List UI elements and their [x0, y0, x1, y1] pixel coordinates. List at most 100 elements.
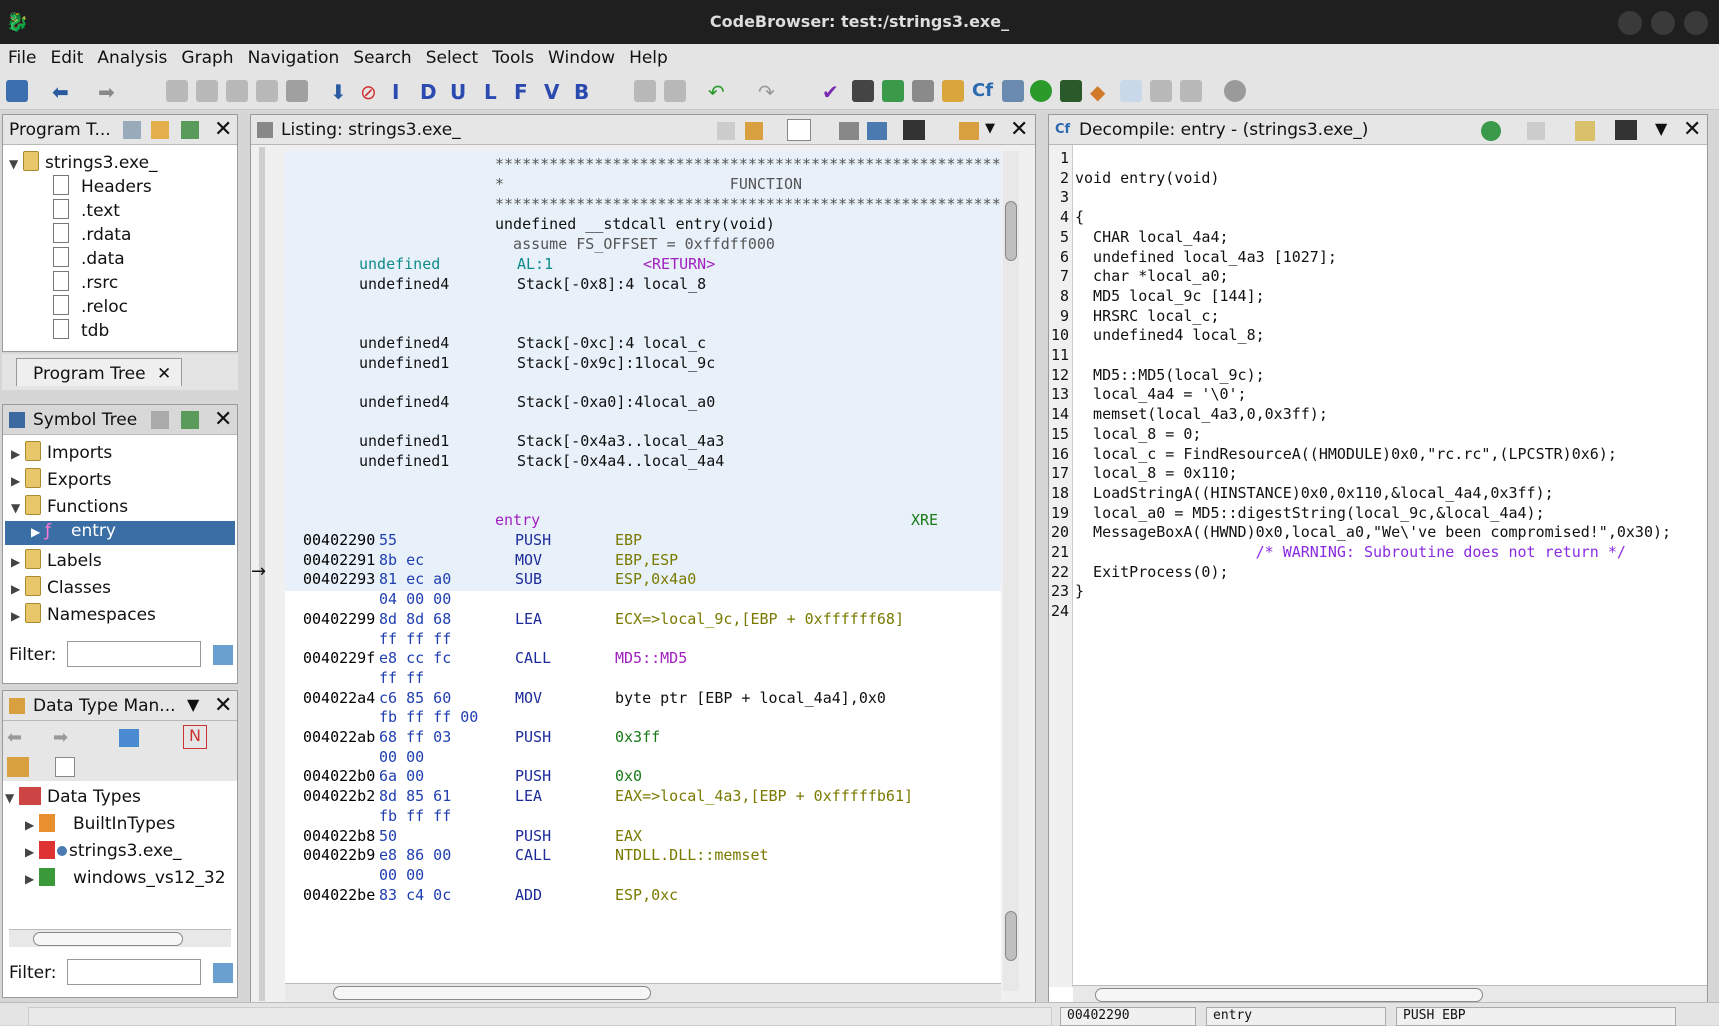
table-icon[interactable]: [1120, 80, 1142, 102]
menu-analysis[interactable]: Analysis: [89, 44, 173, 68]
symbol-labels[interactable]: ▶ Labels: [11, 549, 102, 571]
ref2-icon[interactable]: [664, 80, 686, 102]
tree-item-data[interactable]: .data: [53, 247, 125, 269]
back-icon[interactable]: ⬅: [7, 727, 22, 748]
maximize-button[interactable]: [1651, 11, 1675, 35]
listing-view[interactable]: ****************************************…: [285, 151, 1001, 991]
refresh-icon[interactable]: [882, 80, 904, 102]
tree-item-text[interactable]: .text: [53, 199, 120, 221]
undo-icon[interactable]: ↶: [708, 80, 730, 104]
label-icon[interactable]: L: [484, 80, 506, 104]
graph-icon[interactable]: [1002, 80, 1024, 102]
close-window-button[interactable]: [1684, 11, 1708, 35]
menu-tools[interactable]: Tools: [484, 44, 540, 68]
cursor-mode-icon[interactable]: [787, 119, 811, 141]
tree-icon[interactable]: [1180, 80, 1202, 102]
data-type-hscroll[interactable]: [9, 929, 231, 947]
symbol-namespaces[interactable]: ▶ Namespaces: [11, 603, 156, 625]
nav-prev-icon[interactable]: [166, 80, 188, 102]
ref-icon[interactable]: [634, 80, 656, 102]
tab-program-tree[interactable]: Program Tree ✕: [16, 358, 182, 386]
refresh-icon[interactable]: [1481, 121, 1501, 141]
close-panel-icon[interactable]: ✕: [214, 693, 232, 718]
redo-icon[interactable]: ↷: [758, 80, 780, 104]
run-icon[interactable]: [1030, 80, 1052, 102]
archive-icon[interactable]: [119, 729, 139, 747]
menu-arrow-icon[interactable]: ▼: [187, 695, 199, 714]
symbol-filter-input[interactable]: [67, 641, 201, 667]
variable-icon[interactable]: V: [544, 80, 566, 104]
symbol-exports[interactable]: ▶ Exports: [11, 468, 112, 490]
forward-icon[interactable]: ➡: [98, 80, 120, 104]
copy-icon[interactable]: [1527, 122, 1545, 140]
layout-icon[interactable]: [959, 122, 979, 140]
snapshot-icon[interactable]: [903, 120, 925, 140]
close-panel-icon[interactable]: ✕: [1683, 117, 1701, 142]
menu-graph[interactable]: Graph: [173, 44, 239, 68]
menu-window[interactable]: Window: [540, 44, 621, 68]
tree-item-tdb[interactable]: tdb: [53, 319, 109, 341]
menu-edit[interactable]: Edit: [42, 44, 89, 68]
builtin-types[interactable]: ▶ BuiltInTypes: [25, 814, 175, 836]
listing-vscroll[interactable]: [1003, 151, 1019, 991]
folder-icon[interactable]: [942, 80, 964, 102]
edit-signature-icon[interactable]: [1575, 121, 1595, 141]
sync-icon[interactable]: [181, 121, 199, 139]
diamond-icon[interactable]: ◆: [1090, 80, 1112, 104]
data-type-filter-input[interactable]: [67, 959, 201, 985]
menu-file[interactable]: File: [0, 44, 42, 68]
function-icon[interactable]: F: [514, 80, 536, 104]
filter-options-icon[interactable]: [213, 963, 233, 983]
new-view-icon[interactable]: [123, 121, 141, 139]
back-icon[interactable]: ⬅: [52, 80, 74, 104]
nav-undef-icon[interactable]: [256, 80, 278, 102]
set-undefined-icon[interactable]: U: [450, 80, 472, 104]
data-types-root[interactable]: ▼ Data Types: [5, 787, 141, 809]
copy-icon[interactable]: [717, 122, 735, 140]
dropdown-icon[interactable]: ▼: [985, 121, 995, 136]
snapshot-icon[interactable]: [1615, 120, 1637, 140]
save-icon[interactable]: [6, 80, 28, 102]
nav-func-icon[interactable]: [286, 80, 308, 102]
memory-icon[interactable]: [1060, 80, 1082, 102]
cf-icon[interactable]: Cf: [972, 80, 994, 102]
minimize-button[interactable]: [1618, 11, 1642, 35]
filter-toggle-icon[interactable]: N: [183, 725, 207, 749]
symbol-functions[interactable]: ▼ Functions: [11, 495, 128, 517]
dropdown-icon[interactable]: ▼: [1655, 119, 1667, 138]
close-panel-icon[interactable]: ✕: [1010, 117, 1028, 142]
menu-help[interactable]: Help: [621, 44, 674, 68]
bookmark-icon[interactable]: B: [574, 80, 596, 104]
close-panel-icon[interactable]: ✕: [214, 117, 232, 142]
windows-types[interactable]: ▶ windows_vs12_32: [25, 868, 226, 890]
bytes-icon[interactable]: [852, 80, 874, 102]
tree-item-headers[interactable]: Headers: [53, 175, 152, 197]
clear-filter-icon[interactable]: [7, 757, 29, 777]
set-data-icon[interactable]: D: [420, 80, 442, 104]
program-types[interactable]: ▶ strings3.exe_: [25, 841, 182, 863]
decompile-hscroll[interactable]: [1073, 985, 1707, 1003]
sync-icon[interactable]: [181, 411, 199, 429]
disassemble-icon[interactable]: ⬇: [330, 80, 352, 104]
menu-select[interactable]: Select: [418, 44, 484, 68]
edit-icon[interactable]: [151, 411, 169, 429]
set-instr-icon[interactable]: I: [392, 80, 414, 104]
tree-item-rsrc[interactable]: .rsrc: [53, 271, 118, 293]
clear-icon[interactable]: ⊘: [360, 80, 382, 104]
tree-item-rdata[interactable]: .rdata: [53, 223, 131, 245]
diff-icon[interactable]: [867, 122, 887, 140]
check-icon[interactable]: ✔: [822, 80, 844, 104]
list-icon[interactable]: [912, 80, 934, 102]
export-icon[interactable]: [1150, 80, 1172, 102]
paste-icon[interactable]: [745, 122, 763, 140]
symbol-entry[interactable]: ▶ ƒ entry: [5, 521, 235, 545]
decompile-view[interactable]: void entry(void) { CHAR local_4a4; undefi…: [1073, 145, 1685, 987]
tree-item-reloc[interactable]: .reloc: [53, 295, 128, 317]
tree-root[interactable]: ▼ strings3.exe_: [9, 151, 158, 173]
listing-hscroll[interactable]: [285, 983, 1001, 1001]
field-edit-icon[interactable]: [839, 122, 859, 140]
open-tree-icon[interactable]: [151, 121, 169, 139]
nav-instr-icon[interactable]: [226, 80, 248, 102]
filter-options-icon[interactable]: [213, 645, 233, 665]
symbol-classes[interactable]: ▶ Classes: [11, 576, 111, 598]
